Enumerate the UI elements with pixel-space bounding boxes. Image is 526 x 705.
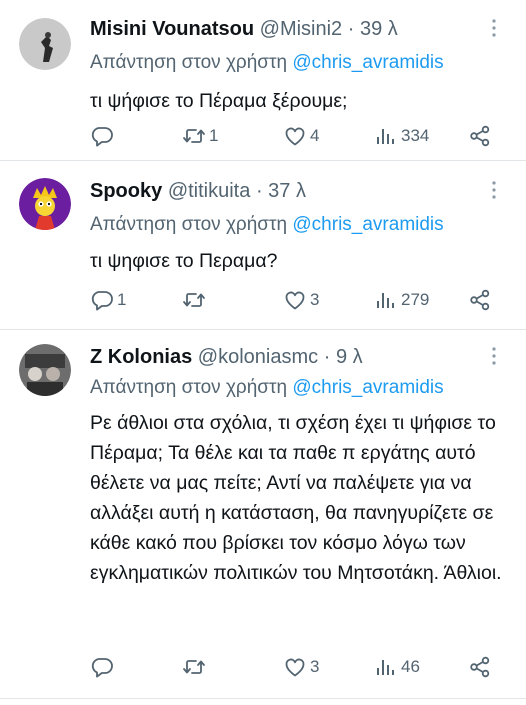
- reply-icon: [90, 288, 114, 312]
- mention-link[interactable]: @chris_avramidis: [292, 52, 443, 73]
- heart-icon: [283, 655, 307, 679]
- retweet-button[interactable]: 1: [182, 121, 218, 151]
- heart-icon: [283, 124, 307, 148]
- reply-icon: [90, 655, 114, 679]
- share-button[interactable]: [468, 121, 492, 151]
- like-button[interactable]: 3: [283, 652, 319, 682]
- separator: ·: [255, 180, 263, 202]
- views-icon: [374, 288, 398, 312]
- share-button[interactable]: [468, 285, 492, 315]
- mention-link[interactable]: @chris_avramidis: [292, 377, 443, 398]
- like-button[interactable]: 3: [283, 285, 319, 315]
- views-count: 46: [401, 657, 420, 676]
- reply-context: Απάντηση στον χρήστη @chris_avramidis: [90, 52, 444, 74]
- like-count: 3: [310, 657, 320, 676]
- avatar[interactable]: [19, 178, 71, 230]
- action-bar: 3 46: [90, 652, 500, 682]
- tweet-header: Misini Vounatsou @Misini2 · 39 λ: [90, 18, 506, 48]
- retweet-icon: [182, 124, 206, 148]
- views-button[interactable]: 334: [374, 121, 429, 151]
- views-icon: [374, 655, 398, 679]
- like-count: 4: [310, 126, 320, 145]
- share-button[interactable]: [468, 652, 492, 682]
- like-button[interactable]: 4: [283, 121, 319, 151]
- retweet-button[interactable]: [182, 652, 209, 682]
- heart-icon: [283, 288, 307, 312]
- reply-context: Απάντηση στον χρήστη @chris_avramidis: [90, 377, 444, 399]
- timestamp[interactable]: 37 λ: [268, 180, 306, 202]
- reply-button[interactable]: 1: [90, 285, 126, 315]
- mention-link[interactable]: @chris_avramidis: [292, 214, 443, 235]
- display-name[interactable]: Misini Vounatsou: [90, 18, 254, 40]
- separator: ·: [323, 346, 331, 368]
- user-handle[interactable]: @titikuita: [168, 180, 251, 202]
- share-icon: [468, 124, 492, 148]
- views-button[interactable]: 46: [374, 652, 420, 682]
- retweet-count: 1: [209, 126, 219, 145]
- views-count: 334: [401, 126, 430, 145]
- tweet-header: Z Kolonias @koloniasmc · 9 λ: [90, 346, 506, 376]
- tweet[interactable]: Spooky @titikuita · 37 λ Απάντηση στον χ…: [0, 161, 526, 330]
- more-icon[interactable]: [484, 178, 504, 202]
- retweet-button[interactable]: [182, 285, 209, 315]
- tweet[interactable]: Misini Vounatsou @Misini2 · 39 λ Απάντησ…: [0, 0, 526, 161]
- user-handle[interactable]: @koloniasmc: [198, 346, 318, 368]
- like-count: 3: [310, 290, 320, 309]
- retweet-icon: [182, 655, 206, 679]
- tweet[interactable]: Z Kolonias @koloniasmc · 9 λ Απάντηση στ…: [0, 330, 526, 699]
- more-icon[interactable]: [484, 16, 504, 40]
- display-name[interactable]: Z Kolonias: [90, 346, 192, 368]
- tweet-text: τι ψήφισε το Πέραμα ξέρουμε;: [90, 90, 348, 112]
- tweet-text: Ρε άθλιοι στα σχόλια, τι σχέση έχει τι ψ…: [90, 412, 502, 584]
- more-icon[interactable]: [484, 344, 504, 368]
- reply-prefix: Απάντηση στον χρήστη: [90, 52, 288, 73]
- reply-prefix: Απάντηση στον χρήστη: [90, 214, 288, 235]
- reply-context: Απάντηση στον χρήστη @chris_avramidis: [90, 214, 444, 236]
- display-name[interactable]: Spooky: [90, 180, 162, 202]
- timestamp[interactable]: 39 λ: [360, 18, 398, 40]
- action-bar: 1 4 334: [90, 121, 500, 151]
- retweet-icon: [182, 288, 206, 312]
- timestamp[interactable]: 9 λ: [336, 346, 363, 368]
- views-icon: [374, 124, 398, 148]
- reply-button[interactable]: [90, 121, 117, 151]
- avatar[interactable]: [19, 18, 71, 70]
- share-icon: [468, 655, 492, 679]
- action-bar: 1 3 279: [90, 285, 500, 315]
- views-count: 279: [401, 290, 430, 309]
- tweet-header: Spooky @titikuita · 37 λ: [90, 180, 506, 210]
- share-icon: [468, 288, 492, 312]
- reply-count: 1: [117, 290, 127, 309]
- reply-icon: [90, 124, 114, 148]
- reply-button[interactable]: [90, 652, 117, 682]
- reply-prefix: Απάντηση στον χρήστη: [90, 377, 288, 398]
- separator: ·: [347, 18, 355, 40]
- user-handle[interactable]: @Misini2: [260, 18, 343, 40]
- avatar[interactable]: [19, 344, 71, 396]
- views-button[interactable]: 279: [374, 285, 429, 315]
- tweet-text: τι ψηφισε το Περαμα?: [90, 250, 278, 272]
